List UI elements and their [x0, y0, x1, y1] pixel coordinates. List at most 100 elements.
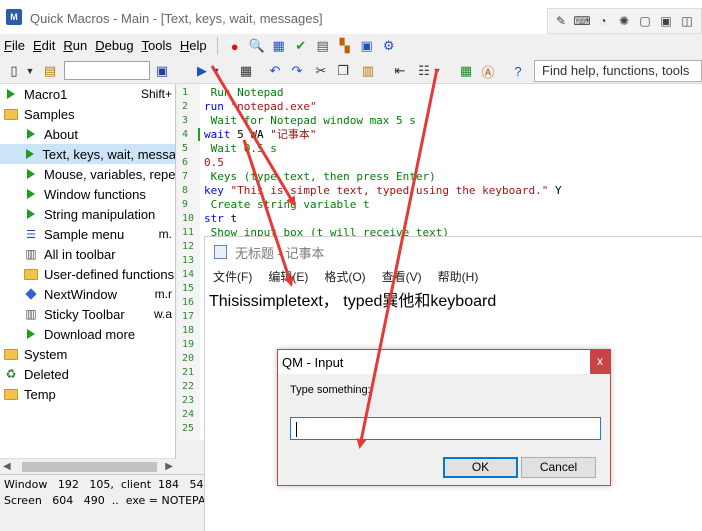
tree-item[interactable]: ☰ Sample menu m. [0, 224, 175, 244]
tree-item[interactable]: System [0, 344, 175, 364]
tree-item[interactable]: NextWindow m.r [0, 284, 175, 304]
menu-label-rest: elp [189, 38, 207, 53]
dialog-input[interactable] [290, 417, 601, 440]
notepad-text[interactable]: Thisissimpletext， typed巽他和keyboard [209, 287, 496, 311]
code-line[interactable]: Create string variable t [204, 198, 370, 212]
code-token: t [223, 212, 238, 225]
code-line[interactable]: 0.5 [204, 156, 224, 170]
check-icon[interactable]: ✔ [290, 36, 312, 56]
cut-icon[interactable]: ✂ [312, 60, 330, 82]
menu-tools[interactable]: Tools [138, 34, 176, 58]
code-token: Wait 0.5 s [204, 142, 277, 155]
line-number: 22 [182, 381, 195, 392]
menu-help[interactable]: Help [176, 34, 211, 58]
find-icon[interactable]: 🔍 [246, 36, 268, 56]
tree-item-label: Macro1 [24, 86, 68, 102]
spinner-icon[interactable]: ✺ [615, 12, 633, 30]
close-icon[interactable]: x [590, 350, 610, 374]
tree-item[interactable]: Temp [0, 384, 175, 404]
code-line[interactable]: run "notepad.exe" [204, 100, 317, 114]
code-token: str [204, 212, 224, 225]
help-icon[interactable]: ? [508, 60, 528, 82]
notepad-menu-item[interactable]: 帮助(H) [430, 268, 487, 285]
tree-item-trigger: w.a [153, 307, 172, 321]
tree-item[interactable]: Mouse, variables, repe [0, 164, 175, 184]
window-icon[interactable]: ▢ [636, 12, 654, 30]
window-split-icon[interactable]: ◫ [678, 12, 696, 30]
text-mode-icon[interactable]: Ⓐ [478, 60, 498, 82]
code-line[interactable]: str t [204, 212, 237, 226]
menu-file[interactable]: File [0, 34, 29, 58]
options-icon[interactable]: ▦ [268, 36, 290, 56]
scroll-right-icon[interactable]: ▶ [165, 461, 173, 472]
run-dropdown-icon[interactable]: ▼ [210, 60, 222, 82]
tree-horizontal-scrollbar[interactable]: ◀ ▶ [0, 458, 176, 474]
toolbar-toggle-icon[interactable]: ▦ [456, 60, 476, 82]
macro-tree[interactable]: Macro1 Shift+ Samples About Text, keys, wait… [0, 84, 176, 474]
menu-bar: File Edit Run Debug Tools Help ● 🔍 ▦ ✔ ▤ ▚ ▣ ⚙ [0, 34, 702, 58]
scroll-left-icon[interactable]: ◀ [3, 461, 11, 472]
tree-item[interactable]: User-defined functions [0, 264, 175, 284]
tree-item[interactable]: String manipulation [0, 204, 175, 224]
copy-icon[interactable]: ❐ [334, 60, 352, 82]
code-token: 5 WA [230, 128, 271, 141]
properties-icon[interactable]: ▤ [312, 36, 334, 56]
record-icon[interactable]: ▦ [236, 60, 256, 82]
record-dot-icon[interactable]: ● [224, 36, 246, 56]
play-icon [24, 127, 38, 141]
notepad-menu-item[interactable]: 文件(F) [205, 268, 260, 285]
tree-item[interactable]: Window functions [0, 184, 175, 204]
tree-item[interactable]: Text, keys, wait, messa [0, 144, 175, 164]
toolbar: ▯ ▼ ▤ ▣ ▶ ▼ ▦ ↶ ↷ ✂ ❐ ▥ ⇤ ☷ ▼ ▦ Ⓐ ? Find… [0, 58, 702, 84]
menu-run[interactable]: Run [59, 34, 91, 58]
format-dropdown-icon[interactable]: ▼ [432, 60, 442, 82]
tree-item[interactable]: ▥ All in toolbar [0, 244, 175, 264]
new-dropdown-icon[interactable]: ▼ [24, 60, 36, 82]
colors-icon[interactable]: ▚ [334, 36, 356, 56]
menu-label-rest: un [72, 38, 88, 53]
notepad-menu-item[interactable]: 编辑(E) [260, 268, 316, 285]
tree-item[interactable]: ♻ Deleted [0, 364, 175, 384]
code-line[interactable]: Run Notepad [204, 86, 284, 100]
dialog-icon[interactable]: ▣ [356, 36, 378, 56]
undo-icon[interactable]: ↶ [266, 60, 284, 82]
ok-button[interactable]: OK [443, 457, 518, 478]
tree-item-label: Download more [44, 326, 136, 342]
code-line[interactable]: key "This is simple text, typed using th… [204, 184, 562, 198]
code-line[interactable]: wait 5 WA "记事本" [204, 128, 317, 142]
menu-label-rest: ools [148, 38, 172, 53]
menu-debug[interactable]: Debug [91, 34, 137, 58]
code-line[interactable]: Keys (type text, then press Enter) [204, 170, 436, 184]
format-icon[interactable]: ☷ [414, 60, 434, 82]
indent-icon[interactable]: ⇤ [390, 60, 410, 82]
tree-item[interactable]: Macro1 Shift+ [0, 84, 175, 104]
save-icon[interactable]: ▣ [152, 60, 172, 82]
dialog-prompt: Type something: [290, 384, 371, 396]
help-search-input[interactable]: Find help, functions, tools [534, 60, 702, 82]
notepad-menu-item[interactable]: 查看(V) [374, 268, 430, 285]
code-line[interactable]: Wait 0.5 s [204, 142, 277, 156]
tree-item[interactable]: About [0, 124, 175, 144]
tag-icon[interactable]: ◔ [594, 12, 612, 30]
cancel-button[interactable]: Cancel [521, 457, 596, 478]
properties-icon[interactable]: ▤ [40, 60, 60, 82]
notepad-menu-item[interactable]: 格式(O) [316, 268, 373, 285]
item-combo[interactable] [64, 61, 150, 80]
folder-search-icon[interactable]: ▣ [657, 12, 675, 30]
paste-icon[interactable]: ▥ [358, 60, 378, 82]
run-icon[interactable]: ▶ [194, 60, 210, 82]
settings-icon[interactable]: ⚙ [378, 36, 400, 56]
code-line[interactable]: Wait for Notepad window max 5 s [204, 114, 416, 128]
redo-icon[interactable]: ↷ [288, 60, 306, 82]
code-token: Create string variable t [204, 198, 370, 211]
keyboard-icon[interactable]: ⌨ [573, 12, 591, 30]
new-icon[interactable]: ▯ [4, 60, 24, 82]
tree-item[interactable]: Download more [0, 324, 175, 344]
tree-item[interactable]: Samples [0, 104, 175, 124]
scroll-thumb[interactable] [22, 462, 157, 472]
tree-item[interactable]: ▥ Sticky Toolbar w.a [0, 304, 175, 324]
line-number: 8 [182, 185, 189, 196]
menu-edit[interactable]: Edit [29, 34, 59, 58]
tree-item-label: Deleted [24, 366, 69, 382]
pen-icon[interactable]: ✎ [552, 12, 570, 30]
